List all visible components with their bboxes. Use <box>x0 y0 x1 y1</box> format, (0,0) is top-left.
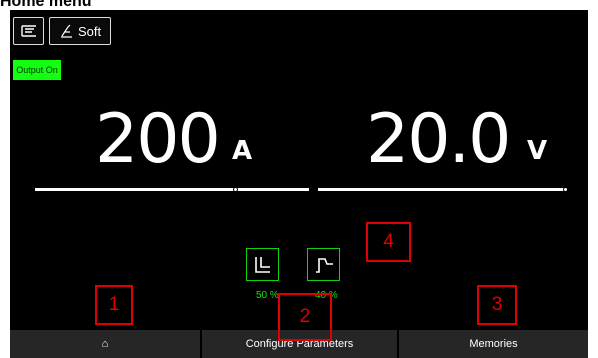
arc-mode-button[interactable]: Soft <box>49 17 111 45</box>
torch-arc-icon <box>60 24 72 38</box>
memories-button[interactable]: Memories <box>399 330 588 358</box>
home-button[interactable]: ⌂ <box>10 330 202 358</box>
callout-2: 2 <box>278 293 332 341</box>
page-title: Home menu <box>0 0 92 10</box>
welding-process-icon <box>20 25 36 37</box>
waveform-pulse-icon <box>315 257 333 273</box>
current-value: 200 <box>95 100 221 179</box>
waveform-left-percent: 50 % <box>256 290 279 301</box>
voltage-slider[interactable] <box>318 187 568 192</box>
callout-1: 1 <box>95 285 133 325</box>
voltage-unit: V <box>527 136 548 166</box>
waveform-left-button[interactable] <box>246 248 279 281</box>
callout-3: 3 <box>477 285 517 325</box>
callout-4: 4 <box>366 222 411 262</box>
voltage-slider-handle[interactable] <box>563 187 568 192</box>
process-mode-button[interactable] <box>13 17 44 45</box>
current-unit: A <box>232 136 253 166</box>
waveform-step-down-icon <box>254 256 270 273</box>
current-slider[interactable] <box>35 187 309 192</box>
arc-mode-label: Soft <box>77 23 102 39</box>
output-status-badge: Output On <box>13 60 61 80</box>
voltage-value: 20.0 <box>366 100 511 179</box>
home-icon: ⌂ <box>101 338 109 350</box>
waveform-right-button[interactable] <box>307 248 340 281</box>
current-slider-handle[interactable] <box>233 187 238 192</box>
